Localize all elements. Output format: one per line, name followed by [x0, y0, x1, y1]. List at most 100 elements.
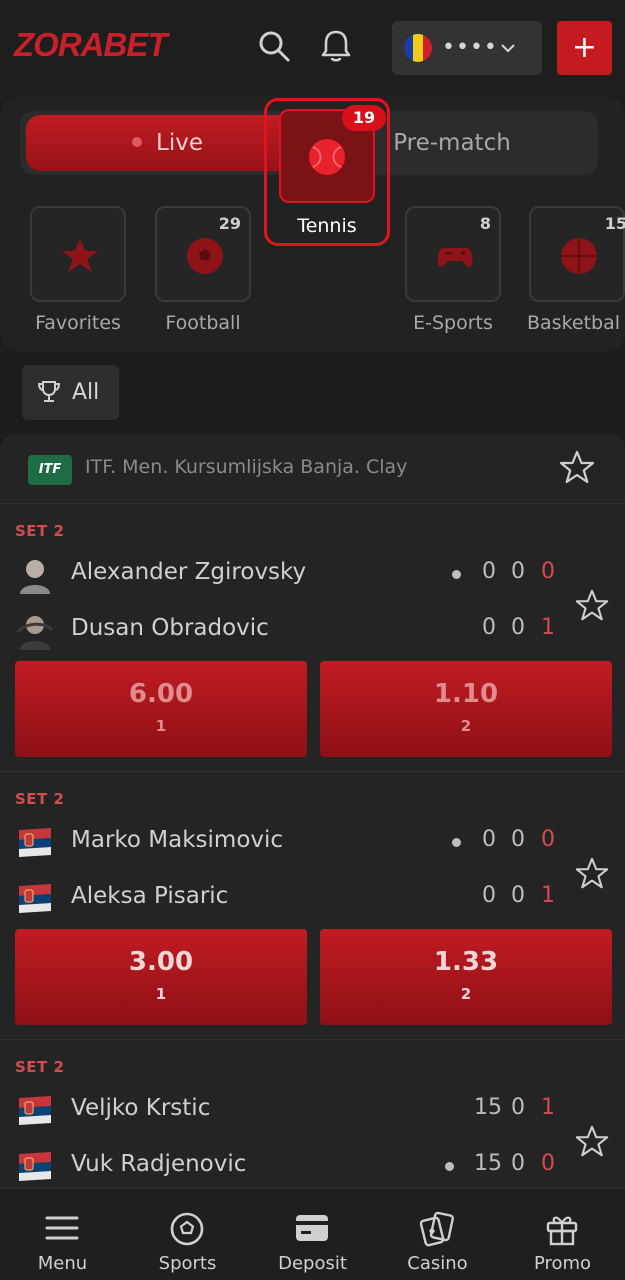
player-row: Alexander Zgirovsky 0 0 0: [15, 554, 575, 594]
odd-button-2[interactable]: 1.33 2: [320, 929, 612, 1025]
trophy-icon: [37, 381, 61, 402]
player-avatar: [16, 616, 54, 650]
match-card[interactable]: SET 2 Veljko Krstic 15 0 1 Vuk Radjenovi…: [0, 1040, 625, 1188]
serbia-flag-icon: [19, 1096, 51, 1125]
gamepad-icon: [437, 248, 473, 267]
tennis-ball-icon: [309, 139, 345, 175]
sport-count: 15: [604, 214, 625, 233]
odd-label: 2: [460, 985, 472, 1003]
nav-label: Sports: [158, 1253, 217, 1274]
zorabet-logo[interactable]: ZORABET: [14, 26, 167, 64]
odd-button-1[interactable]: 3.00 1: [15, 929, 307, 1025]
sport-football-box[interactable]: 29: [155, 206, 251, 302]
score-set2: 0: [511, 827, 525, 852]
nav-promo[interactable]: Promo: [500, 1189, 625, 1280]
score-points: 1: [541, 883, 555, 908]
odd-value: 6.00: [128, 679, 194, 709]
player-name: Alexander Zgirovsky: [71, 559, 307, 585]
wallet-icon: [296, 1215, 328, 1241]
nav-label: Promo: [533, 1253, 592, 1274]
sport-esports-box[interactable]: 8: [405, 206, 501, 302]
serbia-flag-icon: [19, 884, 51, 913]
odd-value: 1.33: [433, 947, 499, 977]
soccer-ball-icon: [170, 1212, 204, 1246]
odd-button-1[interactable]: 6.00 1: [15, 661, 307, 757]
search-icon[interactable]: [256, 28, 292, 64]
nav-casino[interactable]: Casino: [375, 1189, 500, 1280]
set-indicator: SET 2: [15, 1058, 65, 1076]
odd-value: 3.00: [128, 947, 194, 977]
player-name: Dusan Obradovic: [71, 615, 269, 641]
league-header[interactable]: ITF ITF. Men. Kursumlijska Banja. Clay: [0, 434, 625, 504]
nav-label: Deposit: [278, 1253, 347, 1274]
player-row: Aleksa Pisaric 0 0 1: [15, 878, 575, 918]
player-row: Vuk Radjenovic 15 0 0: [15, 1146, 575, 1186]
score-set1: 0: [482, 615, 496, 640]
player-name: Aleksa Pisaric: [71, 883, 229, 909]
nav-sports[interactable]: Sports: [125, 1189, 250, 1280]
match-card[interactable]: SET 2 Marko Maksimovic 0 0 0 Aleksa Pisa…: [0, 772, 625, 1040]
sport-count: 8: [479, 214, 491, 233]
hamburger-icon: [45, 1216, 79, 1240]
match-card[interactable]: SET 2 Alexander Zgirovsky 0 0 0 Dusan Ob…: [0, 504, 625, 772]
serving-indicator: [445, 1162, 454, 1171]
player-row: Marko Maksimovic 0 0 0: [15, 822, 575, 862]
score-set2: 0: [511, 1095, 525, 1120]
masked-balance: ••••: [442, 35, 498, 60]
all-filter-label: All: [72, 380, 100, 405]
app-header: ZORABET •••• +: [0, 0, 625, 92]
favorite-match-star-icon[interactable]: [574, 1124, 610, 1160]
player-row: Veljko Krstic 15 0 1: [15, 1090, 575, 1130]
score-set1: 15: [474, 1151, 502, 1176]
itf-logo: ITF: [28, 455, 72, 485]
favorite-match-star-icon[interactable]: [574, 588, 610, 624]
score-points: 1: [541, 615, 555, 640]
sport-count: 29: [218, 214, 241, 233]
player-row: Dusan Obradovic 0 0 1: [15, 610, 575, 650]
player-name: Vuk Radjenovic: [71, 1151, 247, 1177]
score-set1: 0: [482, 827, 496, 852]
serbia-flag-icon: [19, 828, 51, 857]
score-set2: 0: [511, 1151, 525, 1176]
nav-label: Menu: [37, 1253, 88, 1274]
odd-label: 1: [155, 985, 167, 1003]
sport-basketball-box[interactable]: 15: [529, 206, 625, 302]
sport-label: Favorites: [35, 312, 121, 334]
cards-icon: [419, 1211, 454, 1247]
chevron-down-icon: [501, 44, 515, 53]
serbia-flag-icon: [19, 1152, 51, 1181]
nav-menu[interactable]: Menu: [0, 1189, 125, 1280]
bottom-navigation: Menu Sports Deposit Casino Promo: [0, 1188, 625, 1280]
all-tournaments-filter[interactable]: All: [22, 365, 119, 420]
sport-favorites-box[interactable]: [30, 206, 126, 302]
romania-flag-icon: [404, 34, 432, 62]
nav-label: Casino: [407, 1253, 468, 1274]
score-set1: 15: [474, 1095, 502, 1120]
odd-label: 1: [155, 717, 167, 735]
football-icon: [187, 238, 223, 274]
basketball-icon: [561, 238, 597, 274]
star-icon: [62, 239, 98, 272]
sport-count-badge: 19: [342, 105, 386, 131]
odd-button-2[interactable]: 1.10 2: [320, 661, 612, 757]
account-selector[interactable]: ••••: [392, 21, 542, 75]
score-set2: 0: [511, 615, 525, 640]
favorite-match-star-icon[interactable]: [574, 856, 610, 892]
score-set2: 0: [511, 559, 525, 584]
favorite-league-star-icon[interactable]: [558, 449, 596, 487]
set-indicator: SET 2: [15, 790, 65, 808]
score-set2: 0: [511, 883, 525, 908]
score-set1: 0: [482, 559, 496, 584]
score-points: 0: [541, 1151, 555, 1176]
bell-icon[interactable]: [318, 28, 354, 64]
nav-deposit[interactable]: Deposit: [250, 1189, 375, 1280]
score-points: 1: [541, 1095, 555, 1120]
gift-icon: [546, 1216, 578, 1246]
sport-tennis[interactable]: 19 Tennis: [264, 98, 390, 246]
odd-label: 2: [460, 717, 472, 735]
sport-label: Tennis: [297, 215, 357, 237]
score-points: 0: [541, 827, 555, 852]
serving-indicator: [452, 838, 461, 847]
league-name: ITF. Men. Kursumlijska Banja. Clay: [85, 456, 408, 478]
add-funds-button[interactable]: +: [557, 21, 612, 75]
